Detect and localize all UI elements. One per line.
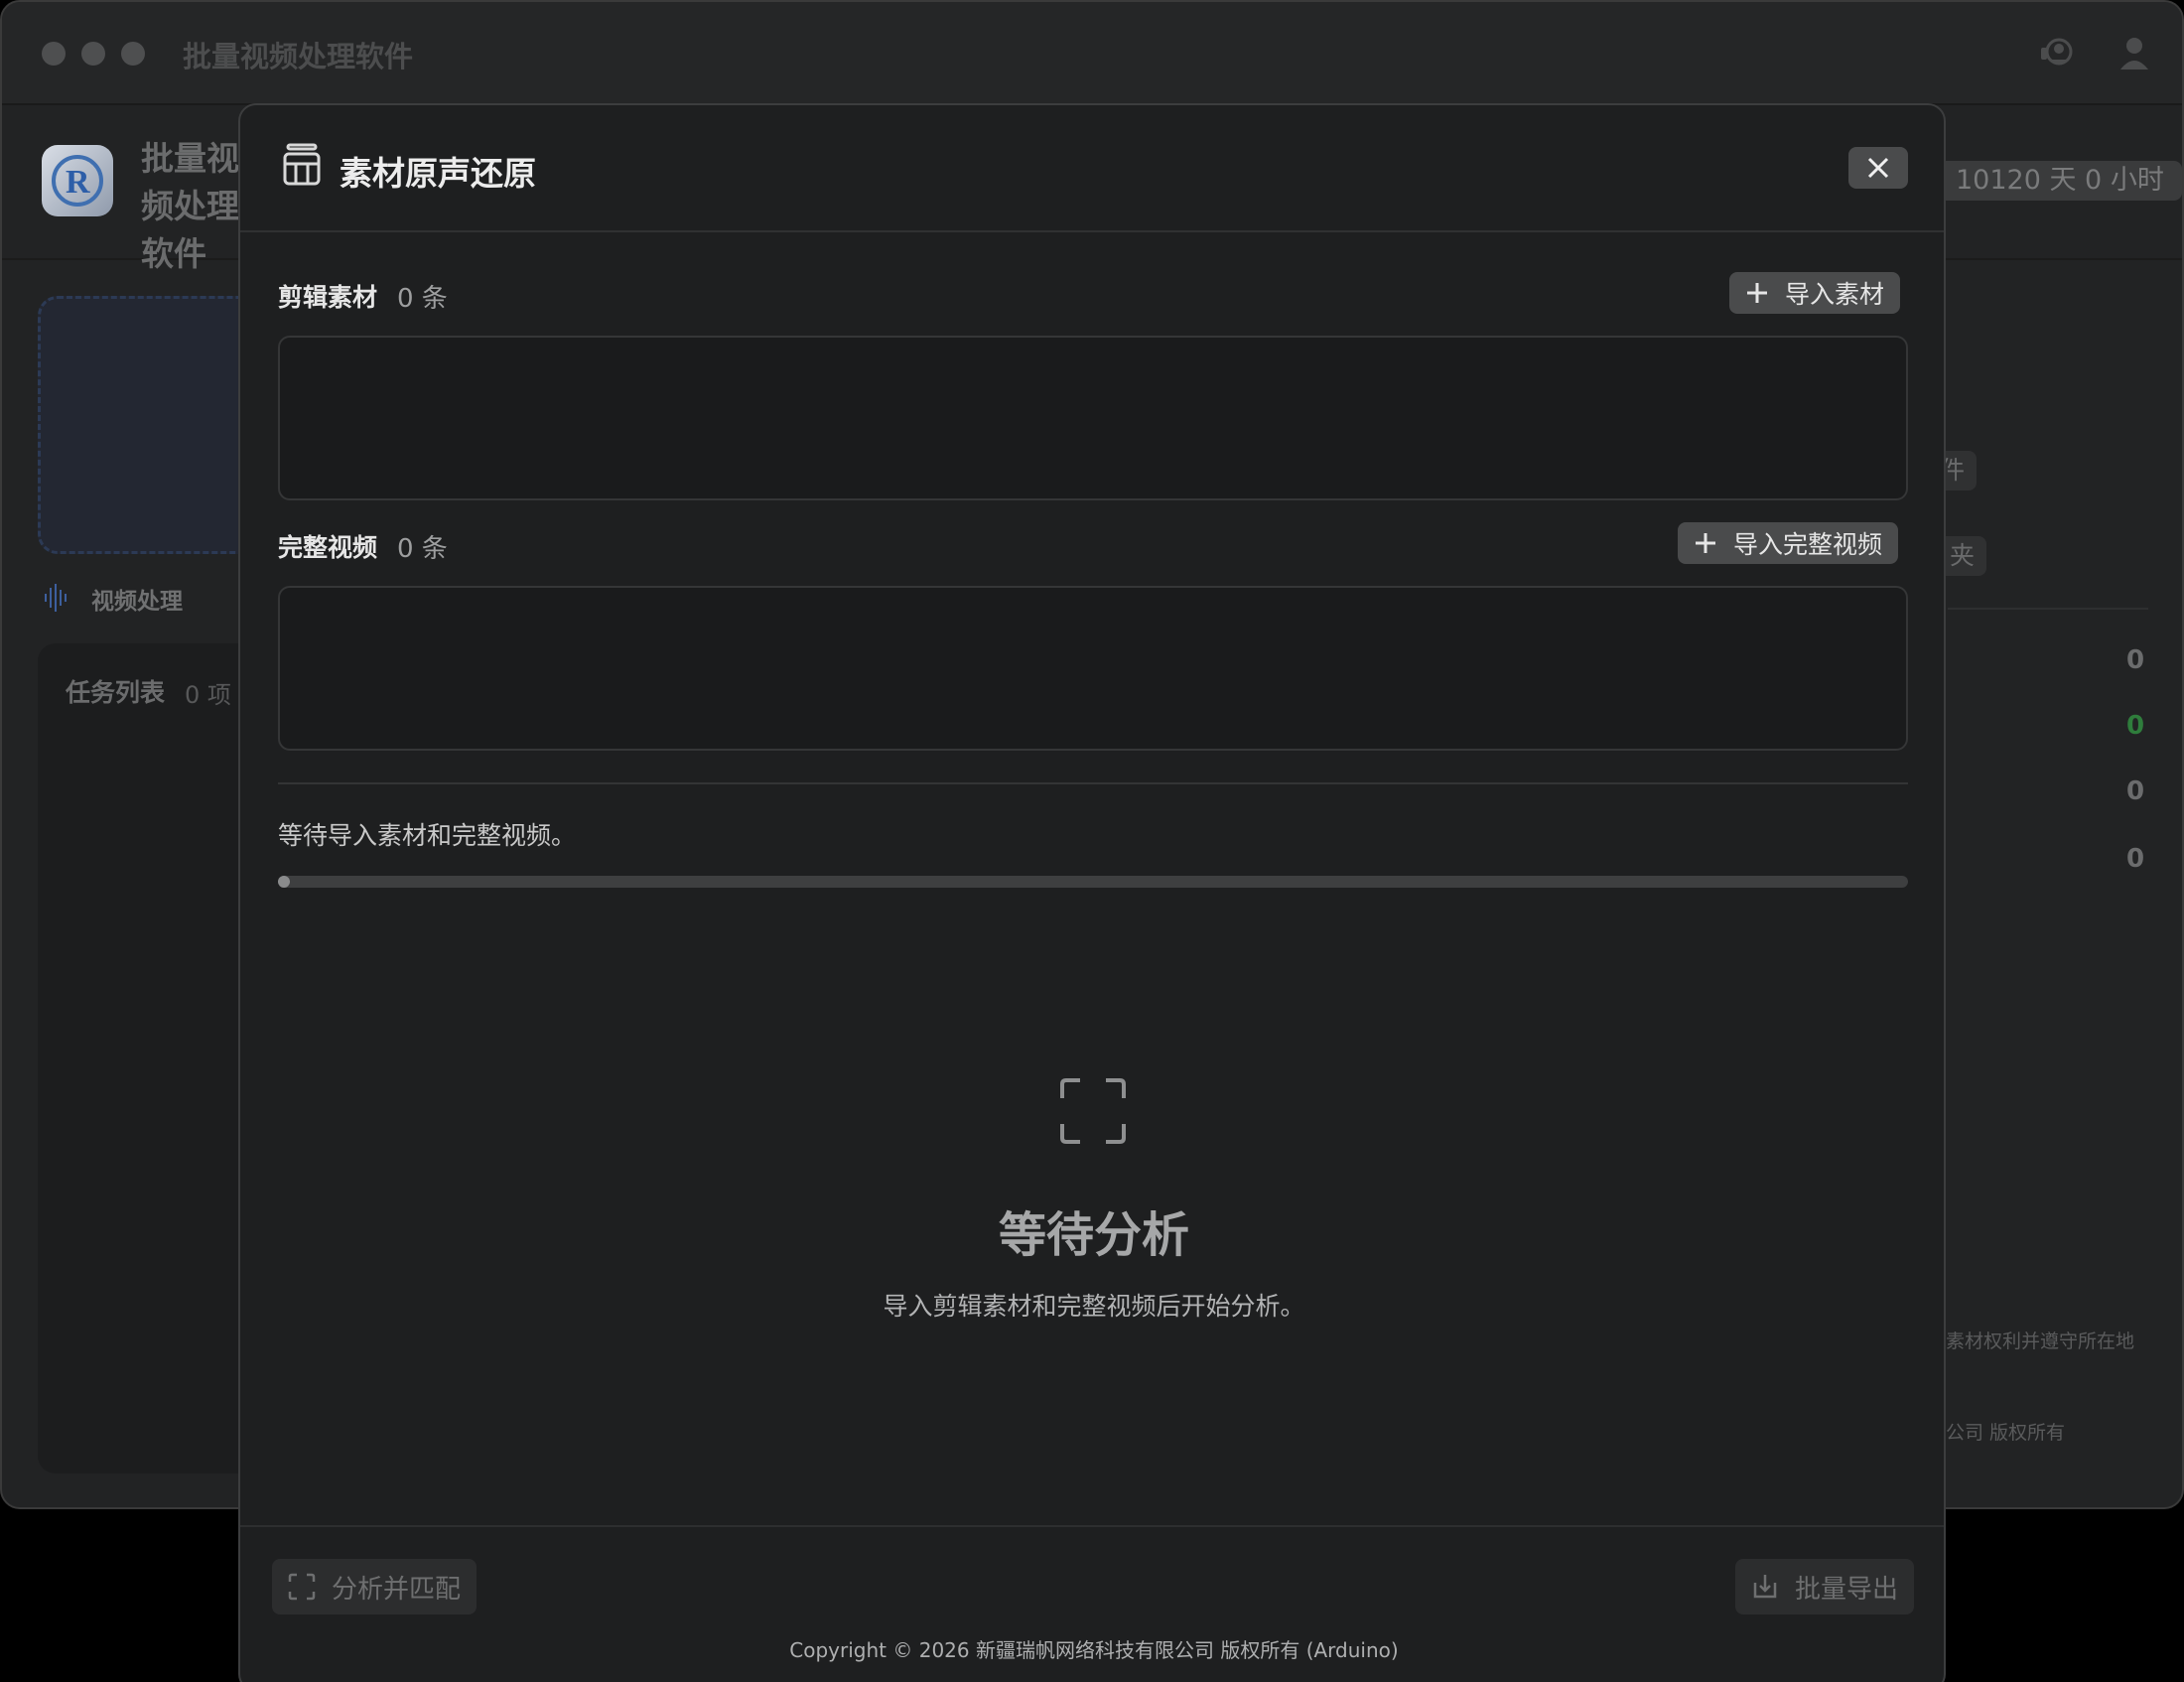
plus-icon bbox=[1747, 283, 1767, 303]
close-button[interactable] bbox=[1848, 147, 1908, 189]
titlebar: 批量视频处理软件 bbox=[2, 2, 2182, 105]
import-full-video-label: 导入完整视频 bbox=[1733, 530, 1883, 559]
dialog-title: 素材原声还原 bbox=[340, 154, 536, 193]
stat-value: 0 bbox=[2126, 776, 2145, 806]
task-list-count: 0 项 bbox=[185, 681, 231, 709]
copyright-text-background: 公司 版权所有 bbox=[1946, 1422, 2066, 1444]
clips-section-label: 剪辑素材 bbox=[278, 283, 378, 312]
import-full-video-button[interactable]: 导入完整视频 bbox=[1678, 522, 1899, 564]
user-icon[interactable] bbox=[2113, 32, 2156, 75]
full-video-count: 0 条 bbox=[397, 534, 448, 564]
scan-frame-icon bbox=[1060, 1078, 1126, 1144]
svg-text:R: R bbox=[66, 164, 90, 201]
close-icon bbox=[1867, 157, 1889, 179]
footer-divider bbox=[240, 1525, 1944, 1527]
disclaimer-text: 素材权利并遵守所在地 bbox=[1946, 1331, 2135, 1352]
analyze-match-label: 分析并匹配 bbox=[332, 1574, 462, 1605]
empty-state-description: 导入剪辑素材和完整视频后开始分析。 bbox=[883, 1292, 1305, 1321]
source-audio-restore-dialog: 素材原声还原 剪辑素材 0 条 导入素材 完整视频 0 条 导入完整视频 等待导… bbox=[238, 103, 1946, 1682]
batch-export-button[interactable]: 批量导出 bbox=[1735, 1559, 1915, 1614]
scan-frame-icon bbox=[288, 1573, 316, 1601]
stat-value: 0 bbox=[2126, 844, 2145, 874]
waveform-icon bbox=[45, 584, 67, 612]
analyze-match-button[interactable]: 分析并匹配 bbox=[272, 1559, 478, 1614]
task-list-title: 任务列表 bbox=[66, 678, 166, 707]
export-icon bbox=[1753, 1575, 1777, 1599]
import-clips-button[interactable]: 导入素材 bbox=[1729, 272, 1901, 314]
stat-value-success: 0 bbox=[2126, 711, 2145, 741]
window-close-button[interactable] bbox=[42, 42, 66, 66]
support-icon[interactable] bbox=[2035, 32, 2079, 75]
clips-list[interactable] bbox=[278, 336, 1908, 500]
right-panel-divider bbox=[1948, 608, 2148, 610]
empty-state-title: 等待分析 bbox=[998, 1207, 1189, 1263]
clips-count: 0 条 bbox=[397, 284, 448, 314]
full-video-section-label: 完整视频 bbox=[278, 533, 378, 562]
window-zoom-button[interactable] bbox=[121, 42, 145, 66]
progress-bar-fill bbox=[278, 876, 290, 888]
brand-name: 批量视频处理软件 bbox=[141, 139, 239, 273]
app-logo: R bbox=[42, 145, 113, 216]
stat-value: 0 bbox=[2126, 645, 2145, 675]
dialog-header: 素材原声还原 bbox=[240, 105, 1944, 232]
license-remaining-badge: 10120 天 0 小时 bbox=[1938, 161, 2182, 201]
full-video-list[interactable] bbox=[278, 586, 1908, 751]
status-text: 等待导入素材和完整视频。 bbox=[278, 821, 577, 850]
copyright-text: Copyright © 2026 新疆瑞帆网络科技有限公司 版权所有 (Ardu… bbox=[789, 1638, 1399, 1662]
window-title: 批量视频处理软件 bbox=[183, 40, 414, 73]
batch-export-label: 批量导出 bbox=[1795, 1574, 1899, 1605]
plus-icon bbox=[1696, 533, 1715, 553]
progress-bar bbox=[278, 876, 1908, 888]
sidebar-item-video-processing[interactable]: 视频处理 bbox=[91, 582, 183, 616]
window-minimize-button[interactable] bbox=[81, 42, 105, 66]
film-icon bbox=[283, 143, 321, 186]
import-clips-label: 导入素材 bbox=[1785, 280, 1885, 309]
section-divider bbox=[278, 782, 1908, 784]
